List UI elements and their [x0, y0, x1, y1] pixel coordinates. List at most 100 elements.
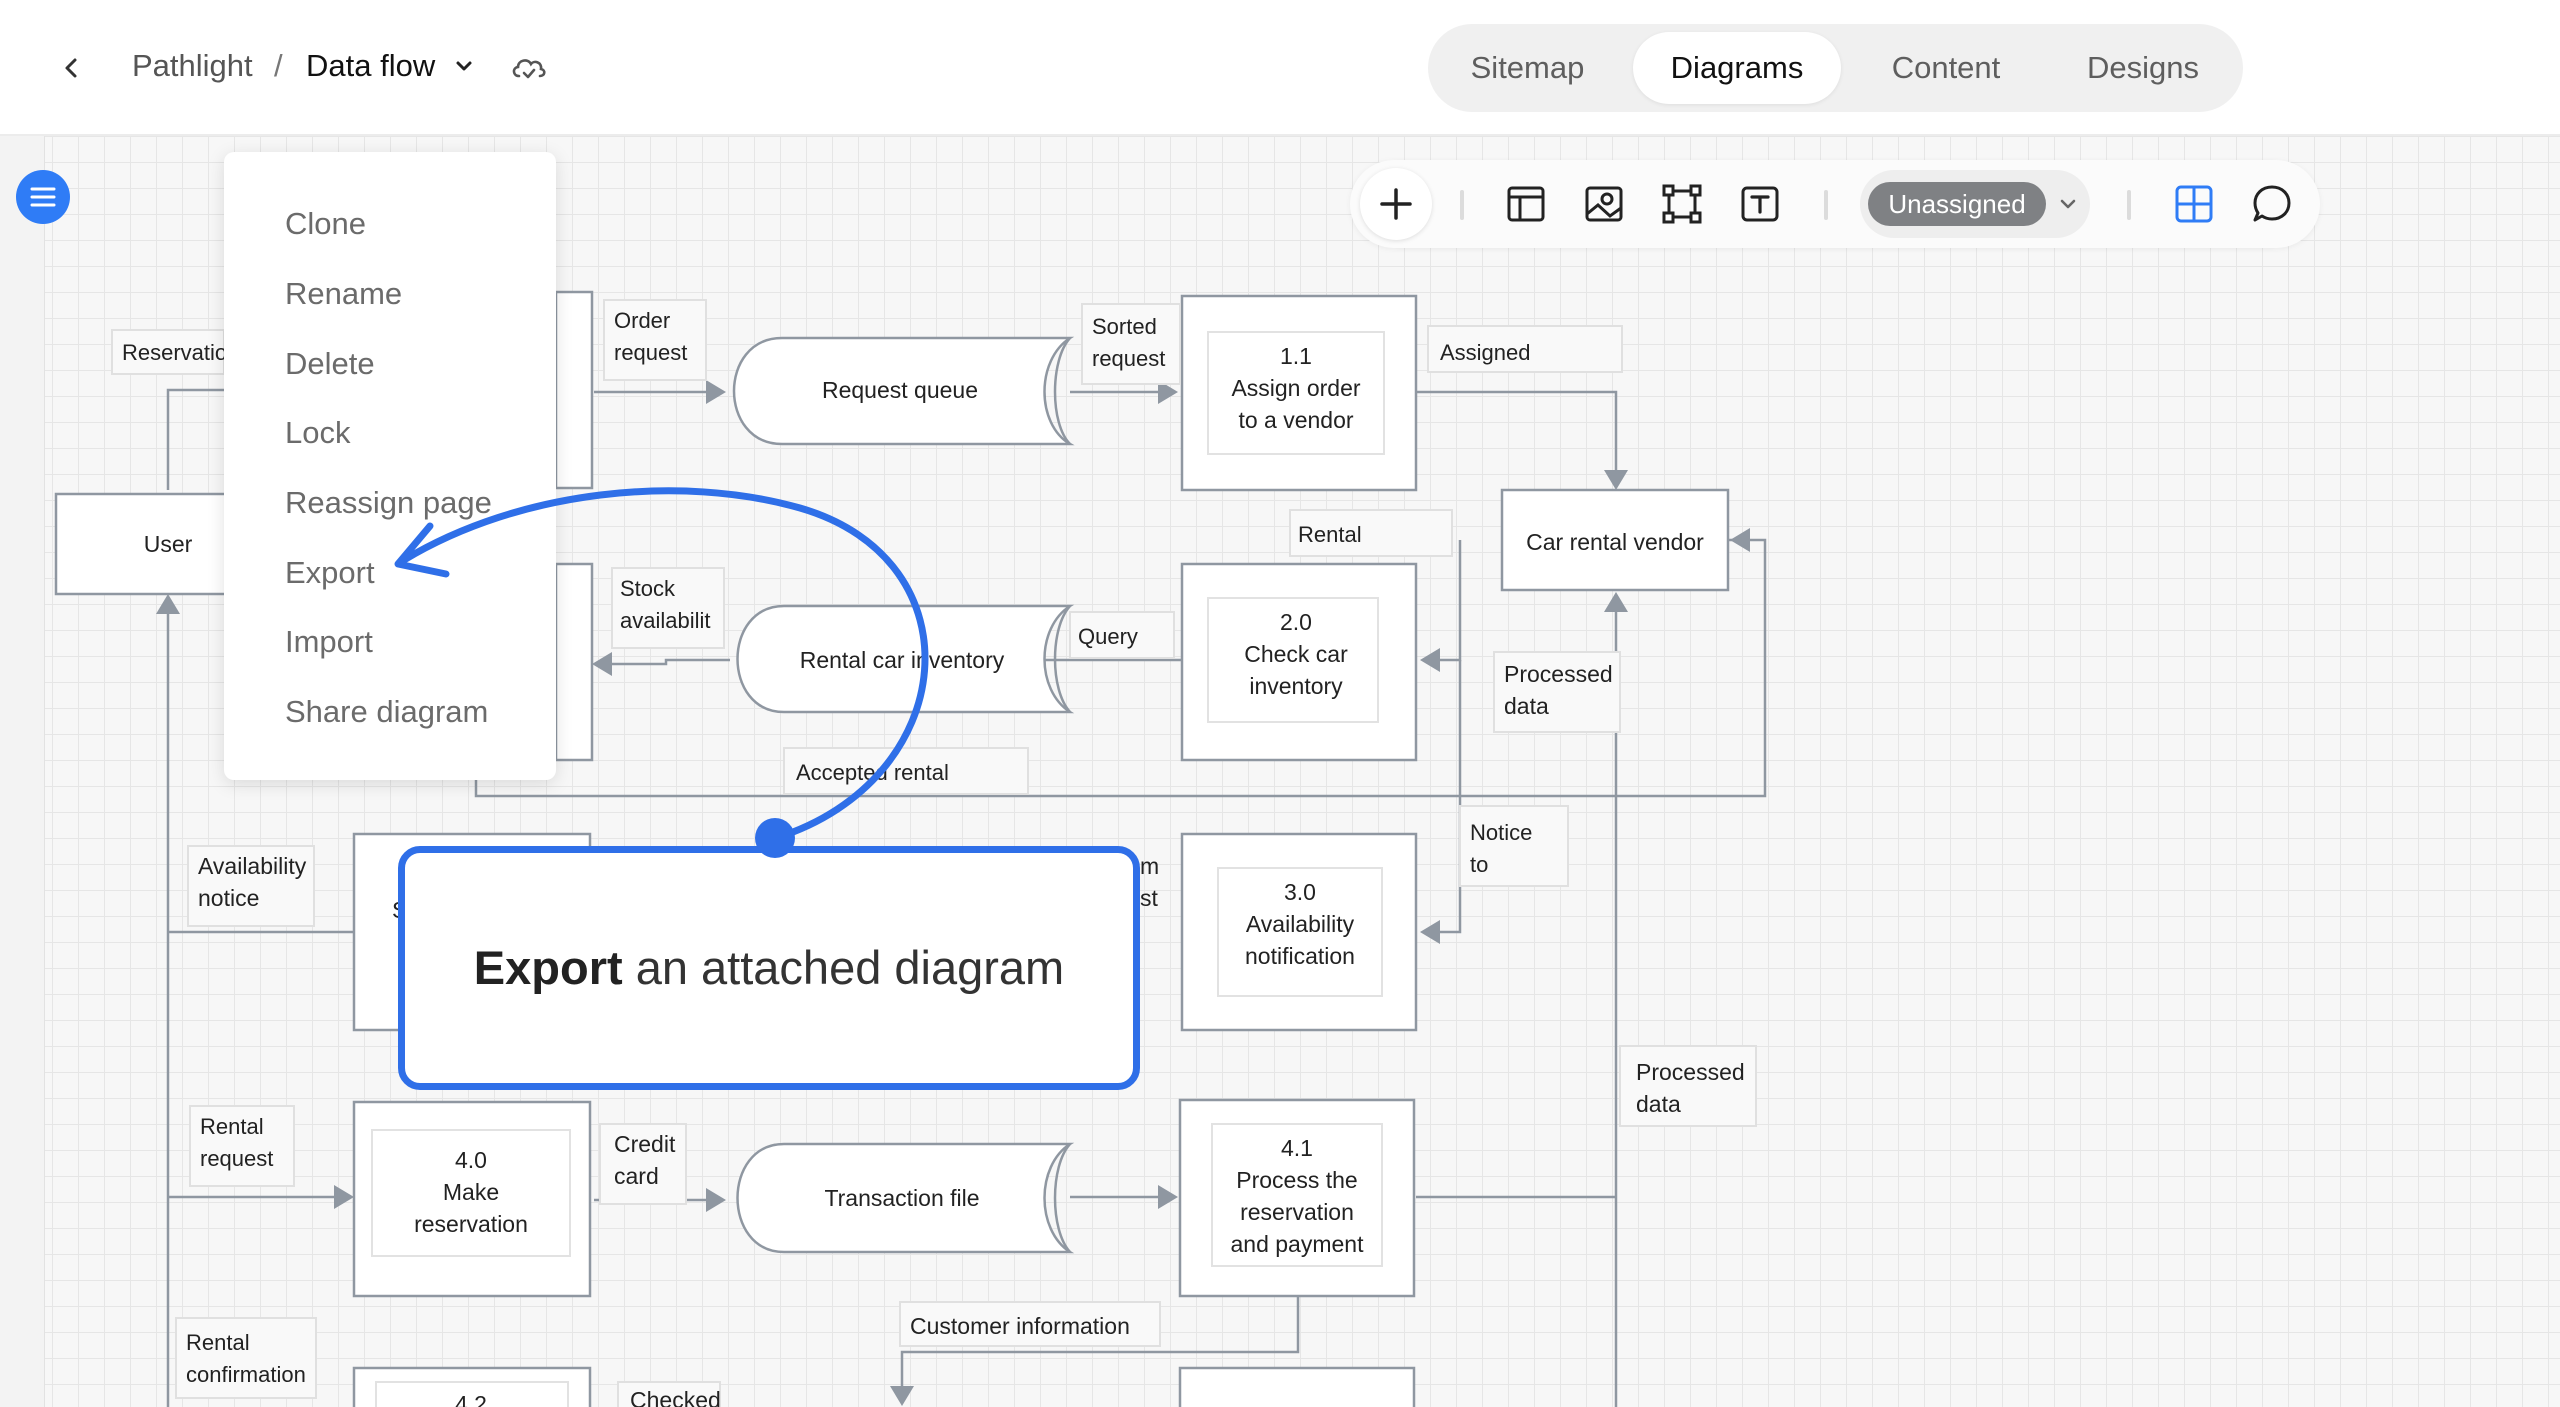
process-2-0-number: 2.0: [1280, 609, 1312, 635]
back-button[interactable]: [56, 48, 86, 88]
flow-label-processed-data-2a: Processed: [1636, 1059, 1745, 1085]
side-menu-button[interactable]: [16, 170, 70, 224]
top-header: Pathlight / Data flow Sitemap Diagrams C…: [0, 0, 2560, 136]
cloud-sync-icon[interactable]: [508, 50, 548, 84]
chevron-down-icon: [2060, 199, 2076, 209]
flow-label-checked: Checked: [630, 1387, 721, 1407]
menu-item-reassign-page[interactable]: Reassign page: [285, 475, 492, 531]
flow-label-accepted-rental: Accepted rental: [796, 760, 949, 785]
menu-item-rename[interactable]: Rename: [285, 266, 402, 322]
tab-content[interactable]: Content: [1855, 32, 2037, 104]
tab-diagrams[interactable]: Diagrams: [1633, 32, 1841, 104]
flow-label-rental-confirmation-2: confirmation: [186, 1362, 306, 1387]
process-3-0-line2: notification: [1245, 943, 1355, 969]
flow-label-partial-st: st: [1140, 885, 1159, 911]
chevron-left-icon: [65, 58, 77, 78]
process-1-1-line1: Assign order: [1231, 375, 1360, 401]
flow-label-availability-notice-2: notice: [198, 885, 259, 911]
breadcrumb-project[interactable]: Pathlight: [132, 46, 253, 86]
store-rental-car-inventory[interactable]: Rental car inventory: [736, 604, 1075, 714]
entity-vendor-label: Car rental vendor: [1526, 529, 1704, 555]
menu-item-import[interactable]: Import: [285, 614, 373, 670]
flow-label-rental-request-2: request: [200, 1146, 273, 1171]
flow-label-order-request-1: Order: [614, 308, 670, 333]
process-4-0-line1: Make: [443, 1179, 499, 1205]
plus-icon: [1380, 188, 1412, 220]
frame-button[interactable]: [1656, 178, 1708, 230]
store-transaction-file[interactable]: Transaction file: [736, 1142, 1075, 1254]
flow-label-stock-1: Stock: [620, 576, 676, 601]
process-4-0-number: 4.0: [455, 1147, 487, 1173]
process-4-1-line2: reservation: [1240, 1199, 1354, 1225]
canvas-toolbar: Unassigned: [1350, 160, 2320, 248]
flow-label-notice-to-1: Notice: [1470, 820, 1532, 845]
chevron-down-icon: [456, 61, 472, 71]
view-tabs: Sitemap Diagrams Content Designs: [1428, 24, 2243, 112]
layout-button[interactable]: [1500, 178, 1552, 230]
store-transaction-file-label: Transaction file: [824, 1185, 979, 1211]
process-4-1-line1: Process the: [1236, 1167, 1357, 1193]
flow-label-rental: Rental: [1298, 522, 1362, 547]
process-4-1[interactable]: 4.1 Process the reservation and payment: [1178, 1098, 1416, 1298]
image-icon: [1585, 186, 1623, 222]
callout-text: Export an attached diagram: [469, 937, 1069, 999]
entity-car-rental-vendor[interactable]: Car rental vendor: [1500, 488, 1730, 592]
flow-label-rental-request-1: Rental: [200, 1114, 264, 1139]
breadcrumb-separator: /: [274, 48, 283, 83]
comment-button[interactable]: [2246, 178, 2298, 230]
process-2-0-line1: Check car: [1244, 641, 1348, 667]
flow-label-query: Query: [1078, 624, 1138, 649]
toolbar-divider: [1460, 190, 1464, 220]
flow-label-availability-notice-1: Availability: [198, 853, 307, 879]
menu-item-export[interactable]: Export: [285, 545, 375, 601]
process-3-0-number: 3.0: [1284, 879, 1316, 905]
menu-item-delete[interactable]: Delete: [285, 336, 375, 392]
menu-item-lock[interactable]: Lock: [285, 405, 350, 461]
layout-icon: [1507, 186, 1545, 222]
process-3-0-line1: Availability: [1246, 911, 1355, 937]
flow-label-notice-to-2: to: [1470, 852, 1488, 877]
flow-label-reservation: Reservatio: [122, 340, 227, 365]
store-rental-inventory-label: Rental car inventory: [800, 647, 1005, 673]
frame-icon: [1662, 184, 1702, 224]
flow-label-sorted-request-2: request: [1092, 346, 1165, 371]
text-button[interactable]: [1734, 178, 1786, 230]
process-1-1-number: 1.1: [1280, 343, 1312, 369]
image-button[interactable]: [1578, 178, 1630, 230]
tab-sitemap[interactable]: Sitemap: [1436, 32, 1619, 104]
diagram-menu-button[interactable]: [450, 52, 478, 80]
flow-label-order-request-2: request: [614, 340, 687, 365]
breadcrumb-diagram-name[interactable]: Data flow: [306, 46, 435, 86]
tab-designs[interactable]: Designs: [2050, 32, 2236, 104]
flow-label-partial-m: m: [1140, 853, 1159, 879]
grid-toggle-button[interactable]: [2168, 178, 2220, 230]
toolbar-divider: [1824, 190, 1828, 220]
assignee-select[interactable]: Unassigned: [1860, 170, 2090, 238]
tutorial-callout: Export an attached diagram: [398, 846, 1140, 1090]
flow-label-sorted-request-1: Sorted: [1092, 314, 1157, 339]
grid-icon: [2175, 185, 2213, 223]
menu-item-share-diagram[interactable]: Share diagram: [285, 684, 488, 740]
process-4-2-number: 4.2: [455, 1391, 487, 1407]
toolbar-divider: [2127, 190, 2131, 220]
process-4-0[interactable]: 4.0 Make reservation: [352, 1100, 592, 1298]
callout-rest: an attached diagram: [622, 941, 1065, 994]
store-request-queue-label: Request queue: [822, 377, 978, 403]
menu-lines-icon: [30, 187, 56, 207]
process-2-0[interactable]: 2.0 Check car inventory: [1180, 562, 1418, 762]
process-1-1[interactable]: 1.1 Assign order to a vendor: [1180, 294, 1418, 492]
flow-label-processed-data-1a: Processed: [1504, 661, 1613, 687]
flow-label-rental-confirmation-1: Rental: [186, 1330, 250, 1355]
process-4-1-line3: and payment: [1231, 1231, 1365, 1257]
add-button[interactable]: [1360, 168, 1432, 240]
flow-label-stock-2: availabilit: [620, 608, 711, 633]
process-1-1-line2: to a vendor: [1238, 407, 1353, 433]
process-2-0-line2: inventory: [1249, 673, 1343, 699]
store-request-queue[interactable]: Request queue: [732, 336, 1075, 446]
flow-label-assigned: Assigned: [1440, 340, 1531, 365]
process-3-0[interactable]: 3.0 Availability notification: [1180, 832, 1418, 1032]
process-4-2[interactable]: 4.2: [352, 1366, 592, 1407]
text-icon: [1741, 186, 1779, 222]
menu-item-clone[interactable]: Clone: [285, 196, 366, 252]
entity-user-label: User: [144, 531, 193, 557]
